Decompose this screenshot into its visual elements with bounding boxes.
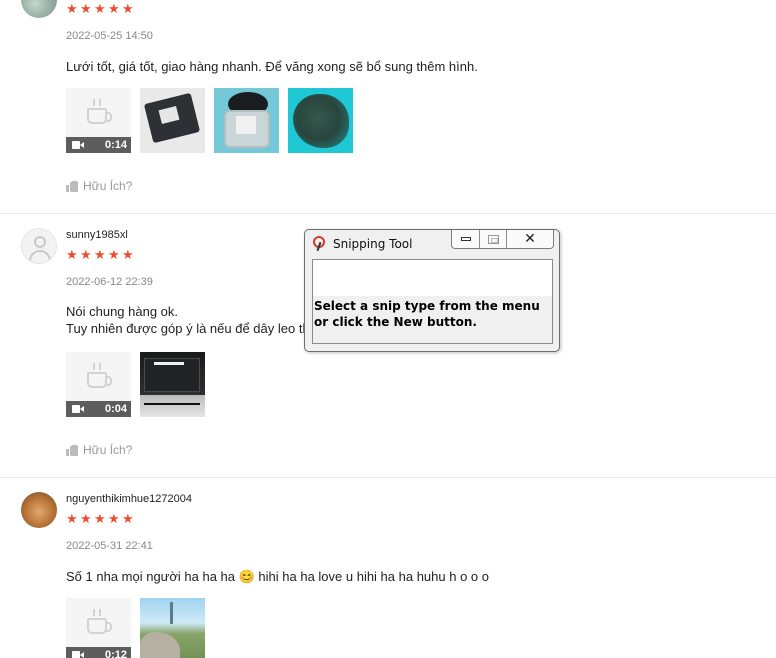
review-comment-line: Lưới tốt, giá tốt, giao hàng nhanh. Để v…: [66, 59, 478, 74]
snipping-tool-titlebar[interactable]: Snipping Tool ✕: [305, 230, 559, 256]
review-timestamp: 2022-06-12 22:39: [66, 276, 153, 288]
close-icon: ✕: [524, 231, 536, 247]
reviewer-avatar[interactable]: [21, 228, 57, 264]
star-icon: ★: [108, 1, 120, 16]
helpful-label: Hữu Ích?: [83, 443, 133, 457]
helpful-button[interactable]: Hữu Ích?: [66, 179, 132, 193]
review-media: 0:04: [66, 352, 205, 417]
review-divider: [0, 477, 776, 478]
video-duration: 0:12: [104, 649, 127, 658]
review-photo[interactable]: [140, 352, 205, 417]
star-icon: ★: [80, 247, 92, 262]
video-camera-icon: [72, 405, 84, 413]
maximize-button[interactable]: [480, 230, 507, 248]
video-duration: 0:14: [104, 139, 127, 151]
star-icon: ★: [94, 1, 106, 16]
reviewer-username[interactable]: sunny1985xl: [66, 229, 128, 241]
thumbs-up-icon: [66, 444, 79, 456]
review-video-thumbnail[interactable]: 0:14: [66, 88, 131, 153]
window-title: Snipping Tool: [333, 237, 413, 251]
review-comment: Lưới tốt, giá tốt, giao hàng nhanh. Để v…: [66, 58, 478, 75]
snipping-tool-body: Select a snip type from the menu or clic…: [312, 259, 553, 344]
review-photo[interactable]: [140, 598, 205, 658]
rating-stars: ★ ★ ★ ★ ★: [66, 1, 134, 16]
close-button[interactable]: ✕: [507, 230, 553, 248]
star-icon: ★: [94, 247, 106, 262]
star-icon: ★: [108, 247, 120, 262]
minimize-button[interactable]: [452, 230, 480, 248]
video-camera-icon: [72, 651, 84, 658]
window-controls: ✕: [451, 230, 554, 249]
video-duration: 0:04: [104, 403, 127, 415]
review-comment-line: Tuy nhiên được góp ý là nếu để dây leo t…: [66, 321, 314, 336]
review-comment-line: Nói chung hàng ok.: [66, 304, 179, 319]
minimize-icon: [460, 237, 471, 241]
review-divider: [0, 213, 776, 214]
review-video-thumbnail[interactable]: 0:04: [66, 352, 131, 417]
star-icon: ★: [122, 247, 134, 262]
review-video-thumbnail[interactable]: 0:12: [66, 598, 131, 658]
review-comment: Số 1 nha mọi người ha ha ha 😊 hihi ha ha…: [66, 568, 489, 585]
star-icon: ★: [108, 511, 120, 526]
star-icon: ★: [94, 511, 106, 526]
star-icon: ★: [66, 511, 78, 526]
video-camera-icon: [72, 141, 84, 149]
review-comment-line: Số 1 nha mọi người ha ha ha 😊 hihi ha ha…: [66, 569, 489, 584]
review-photo[interactable]: [214, 88, 279, 153]
reviewer-avatar[interactable]: [21, 492, 57, 528]
reviewer-username[interactable]: nguyenthikimhue1272004: [66, 493, 192, 505]
rating-stars: ★ ★ ★ ★ ★: [66, 511, 134, 526]
review-photo[interactable]: [140, 88, 205, 153]
helpful-button[interactable]: Hữu Ích?: [66, 443, 132, 457]
star-icon: ★: [66, 1, 78, 16]
scissors-icon: [313, 236, 327, 252]
snipping-tool-message: Select a snip type from the menu or clic…: [314, 299, 540, 329]
review-photo[interactable]: [288, 88, 353, 153]
star-icon: ★: [80, 511, 92, 526]
reviewer-avatar[interactable]: [21, 0, 57, 18]
helpful-label: Hữu Ích?: [83, 179, 133, 193]
snipping-tool-window[interactable]: Snipping Tool ✕ Select a snip type from …: [304, 229, 560, 352]
review-media: 0:12: [66, 598, 205, 658]
maximize-icon: [487, 234, 499, 244]
review-timestamp: 2022-05-25 14:50: [66, 30, 153, 42]
star-icon: ★: [66, 247, 78, 262]
star-icon: ★: [122, 1, 134, 16]
star-icon: ★: [122, 511, 134, 526]
rating-stars: ★ ★ ★ ★ ★: [66, 247, 134, 262]
review-media: 0:14: [66, 88, 353, 153]
review-timestamp: 2022-05-31 22:41: [66, 540, 153, 552]
thumbs-up-icon: [66, 180, 79, 192]
review-comment: Nói chung hàng ok. Tuy nhiên được góp ý …: [66, 303, 313, 337]
star-icon: ★: [80, 1, 92, 16]
